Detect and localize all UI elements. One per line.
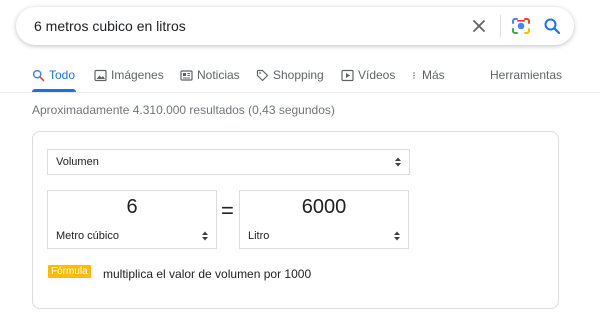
from-value-input[interactable]: 6 (47, 190, 217, 224)
select-arrows-icon (202, 231, 208, 241)
category-select[interactable]: Volumen (47, 149, 410, 175)
to-unit-select[interactable]: Litro (239, 224, 409, 249)
tab-label: Más (422, 68, 445, 82)
tab-noticias[interactable]: Noticias (180, 58, 240, 92)
tab-label: Vídeos (358, 68, 396, 82)
tab-mas[interactable]: Más (410, 58, 445, 92)
tab-videos[interactable]: Vídeos (341, 58, 395, 92)
select-arrows-icon (395, 157, 401, 167)
tab-shopping[interactable]: Shopping (256, 58, 324, 92)
search-icon[interactable] (543, 17, 561, 35)
tab-label: Imágenes (111, 68, 164, 82)
unit-converter-card: Volumen 6 Metro cúbico = 6000 Litro Fórm… (32, 131, 559, 309)
tab-imagenes[interactable]: Imágenes (94, 58, 164, 92)
search-icon (32, 69, 45, 81)
tag-icon (256, 69, 269, 81)
tab-herramientas[interactable]: Herramientas (490, 58, 562, 92)
close-icon[interactable] (471, 18, 487, 34)
tab-label: Todo (49, 68, 76, 82)
camera-lens-icon[interactable] (511, 16, 531, 36)
image-icon (94, 69, 107, 81)
to-unit-value: Litro (248, 230, 270, 242)
search-bar (16, 7, 574, 45)
equals-sign: = (221, 198, 234, 223)
to-value: 6000 (301, 196, 347, 218)
result-stats: Aproximadamente 4.310.000 resultados (0,… (32, 103, 335, 117)
tab-todo[interactable]: Todo (32, 58, 75, 92)
tab-label: Herramientas (490, 68, 563, 82)
play-icon (341, 69, 354, 81)
news-icon (180, 69, 193, 81)
more-vert-icon (413, 71, 415, 79)
search-divider (500, 15, 501, 37)
formula-text: multiplica el valor de volumen por 1000 (103, 267, 312, 281)
tabs-divider (0, 92, 600, 93)
formula-badge: Fórmula (48, 265, 91, 278)
category-select-value: Volumen (56, 156, 99, 168)
select-arrows-icon (394, 231, 400, 241)
from-value: 6 (126, 196, 138, 218)
from-unit-value: Metro cúbico (56, 230, 119, 242)
tab-label: Noticias (197, 68, 240, 82)
from-unit-select[interactable]: Metro cúbico (47, 224, 217, 249)
tab-label: Shopping (273, 68, 324, 82)
to-value-input[interactable]: 6000 (239, 190, 409, 224)
search-tabs: Todo Imágenes Noticias Shopping Vídeos M… (0, 58, 600, 92)
search-input[interactable] (34, 7, 454, 45)
